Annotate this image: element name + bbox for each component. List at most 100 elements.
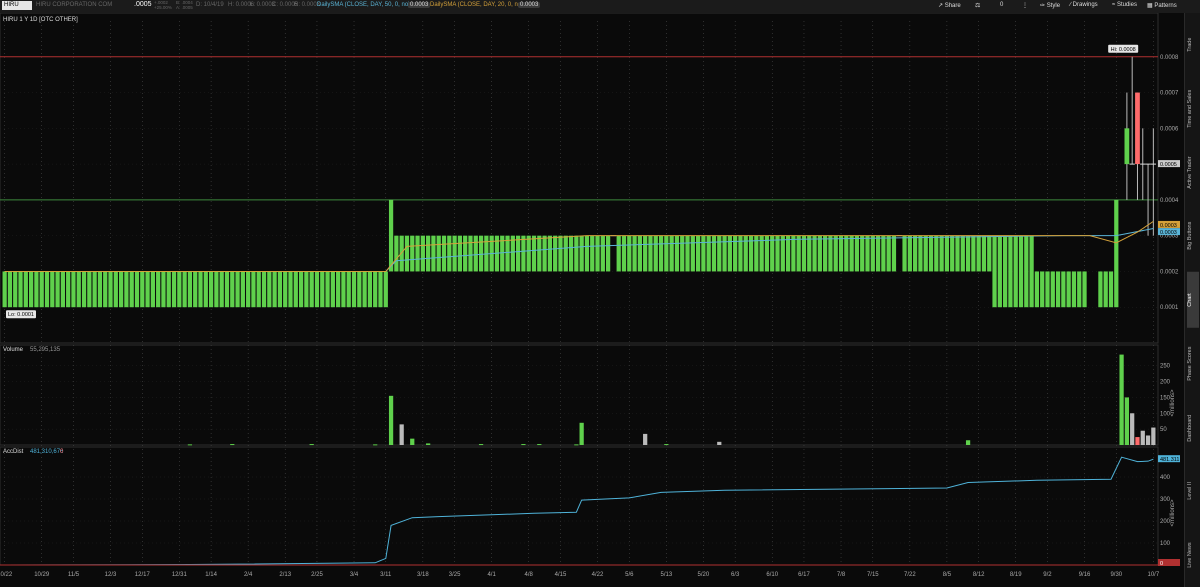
share-button[interactable]: ↗ Share	[938, 2, 961, 9]
up-candle	[298, 271, 304, 308]
up-candle	[410, 235, 415, 272]
up-candle	[261, 271, 267, 308]
up-candle	[844, 235, 849, 272]
up-candle	[796, 235, 801, 272]
up-candle	[325, 271, 330, 308]
up-candle	[341, 271, 346, 308]
up-candle	[367, 271, 373, 308]
up-candle	[823, 235, 828, 272]
up-candle	[685, 235, 690, 272]
volume-bar	[410, 438, 415, 445]
sidebar-tab[interactable]: Chart	[1187, 272, 1199, 328]
style-button[interactable]: ✑ Style	[1040, 2, 1060, 9]
up-candle	[680, 235, 685, 272]
up-candle	[881, 235, 886, 272]
volume-value: 55,295,135	[30, 347, 61, 353]
up-candle	[277, 271, 283, 308]
patterns-button[interactable]: ▦ Patterns	[1147, 2, 1177, 9]
up-candle	[351, 271, 357, 308]
up-candle	[309, 271, 314, 308]
volume-bar	[478, 444, 484, 446]
up-candle	[140, 271, 145, 308]
sma50-study[interactable]: DailySMA (CLOSE, DAY, 50, 0, no)	[317, 2, 410, 8]
sidebar-tab[interactable]: Dashboard	[1187, 400, 1199, 456]
x-tick-label: 9/16	[1079, 572, 1091, 578]
sma50-value: 0.0003	[408, 2, 431, 8]
up-candle	[801, 235, 807, 272]
up-candle	[987, 235, 992, 272]
up-candle	[76, 271, 81, 308]
accdist-tick-label: 400	[1160, 475, 1171, 481]
up-candle	[420, 235, 425, 272]
sidebar-tab[interactable]: Trade	[1187, 17, 1199, 73]
up-candle	[230, 271, 235, 308]
up-candle	[1040, 271, 1045, 308]
up-candle	[113, 271, 118, 308]
drawings-button[interactable]: ∕ Drawings	[1070, 2, 1098, 8]
patterns-label: Patterns	[1154, 3, 1177, 9]
sidebar-tab[interactable]: Level II	[1187, 463, 1199, 519]
sidebar-tab[interactable]: Phase Scores	[1187, 336, 1199, 392]
pin-icon[interactable]: ⋮	[1022, 2, 1028, 9]
up-candle	[854, 235, 860, 272]
volume-bar	[1135, 437, 1140, 445]
up-candle	[473, 235, 478, 272]
price-chart[interactable]: Hi: 0.0008Lo: 0.0001 10/2210/2911/512/31…	[0, 13, 1184, 587]
accdist-badge: 481.311	[1160, 457, 1179, 463]
up-candle	[383, 271, 388, 308]
up-candle	[357, 271, 362, 308]
up-candle	[7, 271, 13, 308]
up-candle	[129, 271, 134, 308]
studies-button[interactable]: ≈ Studies	[1112, 2, 1137, 8]
up-candle	[865, 235, 870, 272]
volume-bar	[579, 422, 584, 445]
up-candle	[426, 235, 431, 272]
hi-callout: Hi: 0.0008	[1111, 47, 1136, 53]
volume-bar	[1130, 413, 1135, 445]
up-candle	[875, 235, 881, 272]
up-candle	[817, 235, 822, 272]
sidebar-tab[interactable]: Big Buttons	[1187, 208, 1199, 264]
x-tick-label: 8/19	[1010, 572, 1022, 578]
volume-tick-label: 250	[1160, 364, 1171, 370]
down-candle	[1135, 92, 1140, 165]
x-tick-label: 5/20	[698, 572, 710, 578]
up-candle	[807, 235, 812, 272]
up-candle	[574, 235, 579, 272]
up-candle	[108, 271, 113, 308]
sma20-value: 0.0003	[518, 2, 541, 8]
up-candle	[1050, 271, 1055, 308]
up-candle	[431, 235, 436, 272]
up-candle	[526, 235, 531, 272]
flask-icon[interactable]: ⚖	[975, 2, 980, 9]
x-tick-label: 7/22	[904, 572, 916, 578]
up-candle	[457, 235, 463, 272]
up-candle	[97, 271, 103, 308]
lo-callout: Lo: 0.0001	[8, 312, 34, 318]
up-candle	[770, 235, 775, 272]
x-tick-label: 3/18	[417, 572, 429, 578]
volume-bar	[1119, 354, 1124, 445]
top-toolbar: HIRU HIRU CORPORATION COM .0005 +.0002 +2…	[0, 0, 1200, 14]
drawing-count[interactable]: 0	[1000, 2, 1003, 8]
accdist-unit-label: <millions>	[1170, 499, 1176, 527]
x-tick-label: 4/15	[555, 572, 567, 578]
up-candle	[256, 271, 261, 308]
up-candle	[1071, 271, 1077, 308]
sma20-study[interactable]: DailySMA (CLOSE, DAY, 20, 0, no)	[430, 2, 523, 8]
up-candle	[1018, 235, 1024, 308]
accdist-value: 481,310,676	[30, 449, 64, 455]
volume-bar	[1151, 427, 1156, 445]
volume-bar	[426, 443, 431, 445]
symbol-input[interactable]: HIRU	[2, 1, 32, 10]
up-candle	[304, 271, 309, 308]
up-candle	[934, 235, 939, 272]
sidebar-tab[interactable]: Active Trader	[1187, 145, 1199, 201]
up-candle	[595, 235, 600, 272]
sidebar-tab[interactable]: Time and Sales	[1187, 81, 1199, 137]
bid-ask-block: B: .0004 A: .0005	[176, 0, 193, 10]
sma50-badge: 0.0003	[1160, 230, 1177, 236]
up-candle	[553, 235, 558, 272]
sidebar-tab[interactable]: Live News	[1187, 527, 1199, 583]
up-candle	[478, 235, 484, 272]
